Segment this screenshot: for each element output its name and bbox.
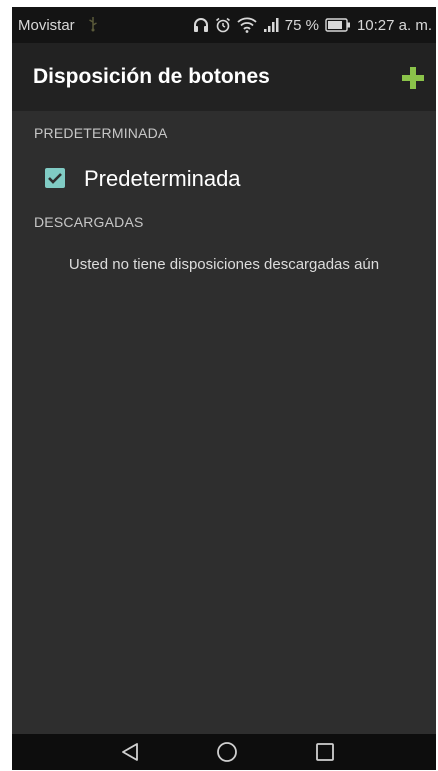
app-bar: Disposición de botones bbox=[12, 43, 436, 111]
recent-apps-icon[interactable] bbox=[313, 740, 337, 764]
battery-percent: 75 % bbox=[284, 16, 319, 34]
headphones-icon bbox=[193, 18, 208, 32]
empty-state-message: Usted no tiene disposiciones descargadas… bbox=[68, 256, 380, 273]
alarm-icon bbox=[215, 17, 230, 33]
phone-screen: Movistar 75 % 10:27 a. m. Disposición de… bbox=[12, 7, 436, 770]
add-button[interactable] bbox=[400, 65, 426, 91]
signal-icon bbox=[263, 18, 279, 32]
home-icon[interactable] bbox=[215, 740, 239, 764]
usb-icon bbox=[89, 17, 97, 32]
checkbox-checked[interactable] bbox=[45, 168, 65, 188]
check-icon bbox=[48, 173, 62, 184]
device-frame: Movistar 75 % 10:27 a. m. Disposición de… bbox=[0, 0, 438, 771]
layout-item-label: Predeterminada bbox=[84, 166, 241, 191]
navigation-bar bbox=[12, 734, 436, 770]
back-icon[interactable] bbox=[118, 740, 142, 764]
page-title: Disposición de botones bbox=[33, 65, 270, 88]
clock: 10:27 a. m. bbox=[356, 16, 432, 34]
section-header-default: PREDETERMINADA bbox=[34, 125, 168, 141]
layout-item-default[interactable]: Predeterminada bbox=[12, 155, 436, 201]
status-icons: 75 % 10:27 a. m. bbox=[193, 15, 432, 35]
status-bar: Movistar 75 % 10:27 a. m. bbox=[12, 7, 436, 43]
section-header-downloaded: DESCARGADAS bbox=[34, 214, 144, 230]
battery-icon bbox=[325, 18, 350, 32]
wifi-icon bbox=[237, 17, 257, 33]
carrier-name: Movistar bbox=[18, 17, 75, 34]
